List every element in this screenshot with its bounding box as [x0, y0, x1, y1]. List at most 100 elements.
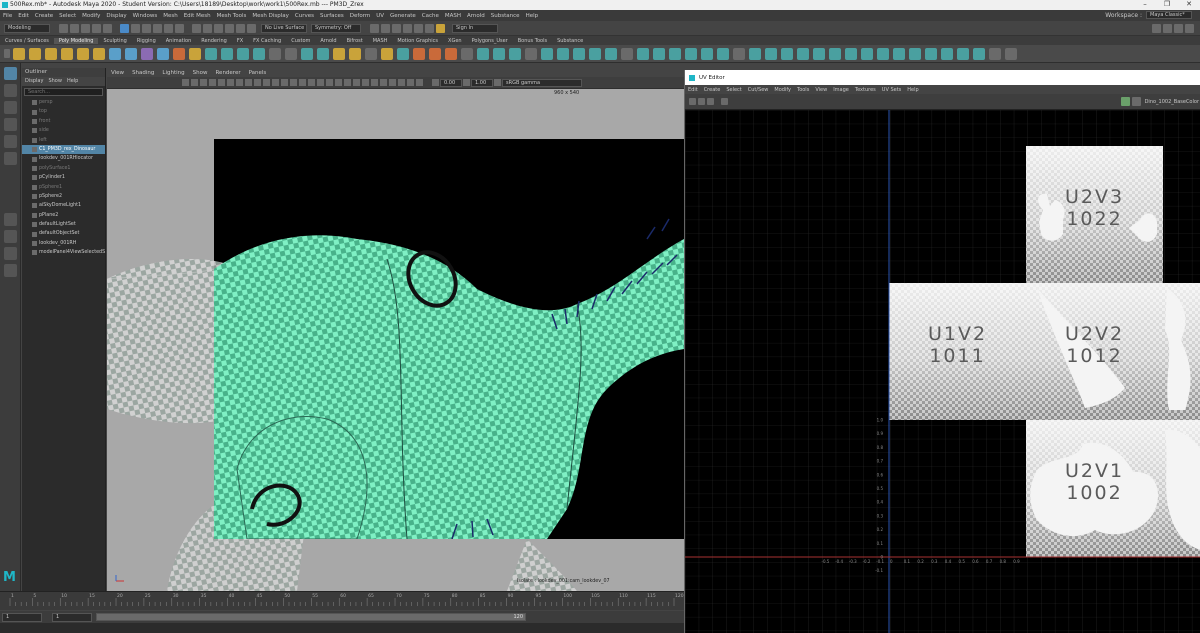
outliner-item[interactable]: lookdev_001RH: [22, 239, 105, 248]
shelf-tab-custom[interactable]: Custom: [286, 38, 315, 44]
shelf-tool-46-icon[interactable]: [733, 47, 745, 60]
shelf-tool-37-icon[interactable]: [589, 47, 601, 60]
shelf-tool-53-icon[interactable]: [845, 47, 857, 60]
use-all-lights-icon[interactable]: [335, 79, 342, 86]
shelf-tool-2-icon[interactable]: [29, 47, 41, 60]
shelf-tool-10-icon[interactable]: [157, 47, 169, 60]
shelf-tab-animation[interactable]: Animation: [161, 38, 197, 44]
shelf-tool-19-icon[interactable]: [301, 47, 313, 60]
outliner-menu-show[interactable]: Show: [48, 77, 62, 86]
exposure-icon[interactable]: [432, 79, 439, 86]
viewport-menu-view[interactable]: View: [111, 70, 124, 76]
uv-canvas[interactable]: 1.0 0.9 0.8 0.7 0.6 0.5 0.4 0.3 0.2 0.1 0 -0.1 -0.5…: [685, 110, 1200, 633]
ipr-render-icon[interactable]: [403, 23, 412, 33]
menu-uv[interactable]: UV: [376, 13, 384, 19]
uv-menu-edit[interactable]: Edit: [688, 87, 698, 93]
film-gate-icon[interactable]: [245, 79, 252, 86]
shelf-tool-48-icon[interactable]: [765, 47, 777, 60]
shelf-tool-47-icon[interactable]: [749, 47, 761, 60]
shelf-tool-1-icon[interactable]: [13, 47, 25, 60]
uv-menu-help[interactable]: Help: [907, 87, 918, 93]
outliner-item[interactable]: front: [22, 117, 105, 126]
render-view-icon[interactable]: [381, 23, 390, 33]
shelf-tab-poly-modeling[interactable]: Poly Modeling: [53, 37, 99, 44]
redo-icon[interactable]: [103, 23, 112, 33]
uv-menu-view[interactable]: View: [815, 87, 827, 93]
time-slider[interactable]: 1 5 10 15 20 25 30 35 40 45 50 55 60 65 70 75 80 85 90 95 10…: [0, 591, 684, 610]
outliner-item[interactable]: side: [22, 126, 105, 135]
new-scene-icon[interactable]: [59, 23, 68, 33]
outliner-item[interactable]: pSphere1: [22, 183, 105, 192]
shelf-tool-58-icon[interactable]: [925, 47, 937, 60]
shelf-tool-21-icon[interactable]: [333, 47, 345, 60]
uv-menu-select[interactable]: Select: [726, 87, 741, 93]
open-scene-icon[interactable]: [70, 23, 79, 33]
shelf-tool-54-icon[interactable]: [861, 47, 873, 60]
menuset-dropdown[interactable]: Modeling: [4, 23, 50, 33]
shelf-tool-5-icon[interactable]: [77, 47, 89, 60]
screen-space-ao-icon[interactable]: [353, 79, 360, 86]
shelf-tool-3-icon[interactable]: [45, 47, 57, 60]
uv-checker-icon[interactable]: [707, 98, 714, 105]
uv-menu-cut-sew[interactable]: Cut/Sew: [748, 87, 769, 93]
shelf-tool-22-icon[interactable]: [349, 47, 361, 60]
viewport-menu-renderer[interactable]: Renderer: [215, 70, 240, 76]
attribute-editor-icon[interactable]: [1163, 23, 1172, 33]
maximize-icon[interactable]: ❐: [1156, 0, 1178, 8]
isolate-select-icon[interactable]: [389, 79, 396, 86]
shelf-tool-16-icon[interactable]: [253, 47, 265, 60]
paint-select-icon[interactable]: [4, 101, 17, 114]
undo-icon[interactable]: [92, 23, 101, 33]
shelf-tool-51-icon[interactable]: [813, 47, 825, 60]
shelf-tool-42-icon[interactable]: [669, 47, 681, 60]
render-frame-icon[interactable]: [392, 23, 401, 33]
color-management-icon[interactable]: [494, 79, 501, 86]
shelf-tool-32-icon[interactable]: [509, 47, 521, 60]
shelf-tool-23-icon[interactable]: [365, 47, 377, 60]
menu-substance[interactable]: Substance: [491, 13, 520, 19]
shelf-tool-39-icon[interactable]: [621, 47, 633, 60]
grid-icon[interactable]: [236, 79, 243, 86]
shelf-tab-rendering[interactable]: Rendering: [196, 38, 232, 44]
select-object-icon[interactable]: [131, 23, 140, 33]
camera-select-icon[interactable]: [182, 79, 189, 86]
uv-snapshot-icon[interactable]: [721, 98, 728, 105]
shelf-tool-18-icon[interactable]: [285, 47, 297, 60]
shelf-tab-fx[interactable]: FX: [232, 38, 248, 44]
uv-menu-textures[interactable]: Textures: [855, 87, 876, 93]
two-pane-layout-icon[interactable]: [4, 247, 17, 260]
current-start-field[interactable]: 1: [52, 612, 92, 622]
shelf-tab-rigging[interactable]: Rigging: [132, 38, 161, 44]
viewport-menu-panels[interactable]: Panels: [249, 70, 267, 76]
shelf-tool-61-icon[interactable]: [973, 47, 985, 60]
uv-menu-uv-sets[interactable]: UV Sets: [882, 87, 902, 93]
gamma-field[interactable]: 1.00: [471, 78, 493, 87]
menu-edit[interactable]: Edit: [18, 13, 29, 19]
outliner-item[interactable]: C1_PM3D_rex_Dinosaur: [22, 144, 105, 155]
camera-attributes-icon[interactable]: [191, 79, 198, 86]
select-tool-icon[interactable]: [4, 67, 17, 80]
live-surface-field[interactable]: No Live Surface: [261, 23, 307, 33]
outliner-item[interactable]: aiSkyDomeLight1: [22, 201, 105, 210]
shelf-tool-9-icon[interactable]: [141, 47, 153, 60]
anti-aliasing-icon[interactable]: [371, 79, 378, 86]
shelf-tool-31-icon[interactable]: [493, 47, 505, 60]
shelf-tool-7-icon[interactable]: [109, 47, 121, 60]
uv-image-icon[interactable]: [698, 98, 705, 105]
shelf-tool-12-icon[interactable]: [189, 47, 201, 60]
menu-generate[interactable]: Generate: [390, 13, 416, 19]
outliner-item[interactable]: left: [22, 136, 105, 145]
texture-options-icon[interactable]: [1131, 97, 1141, 106]
tool-settings-icon[interactable]: [1174, 23, 1183, 33]
xray-icon[interactable]: [398, 79, 405, 86]
shelf-tab-sculpting[interactable]: Sculpting: [98, 38, 131, 44]
outliner-item[interactable]: polySurface1: [22, 164, 105, 173]
shelf-tab-curves-surfaces[interactable]: Curves / Surfaces: [0, 38, 54, 44]
shelf-tool-11-icon[interactable]: [173, 47, 185, 60]
select-component-icon[interactable]: [142, 23, 151, 33]
shelf-tool-14-icon[interactable]: [221, 47, 233, 60]
snap-grid-icon[interactable]: [192, 23, 201, 33]
arnold-render-icon[interactable]: [436, 23, 445, 33]
menu-select[interactable]: Select: [59, 13, 76, 19]
snap-point-icon[interactable]: [214, 23, 223, 33]
